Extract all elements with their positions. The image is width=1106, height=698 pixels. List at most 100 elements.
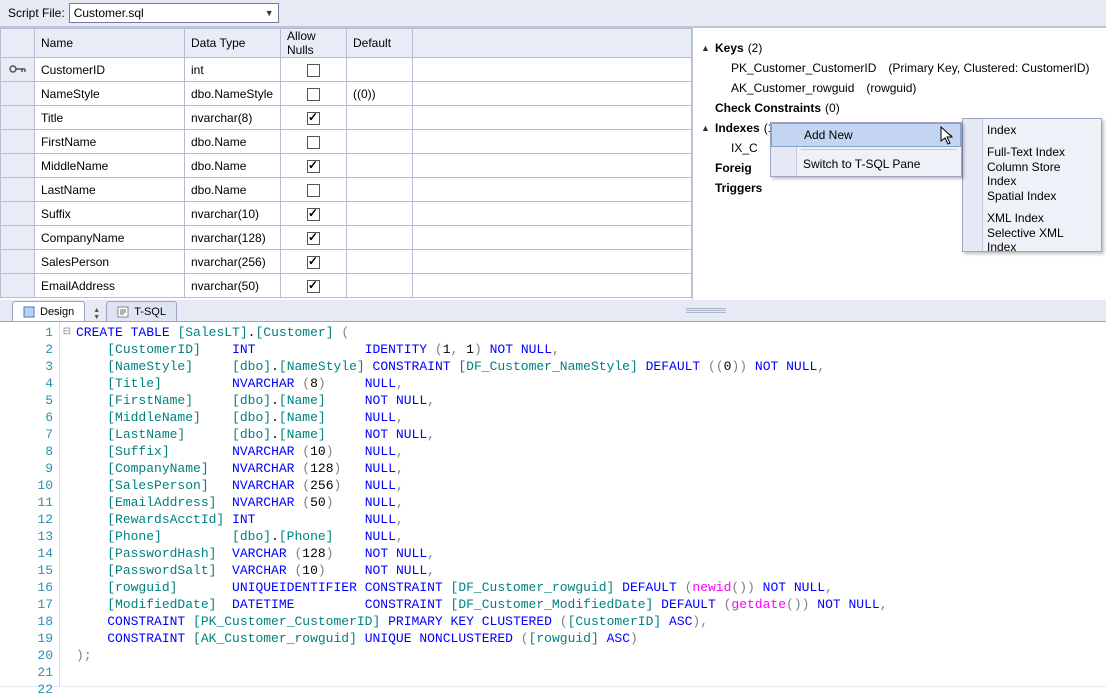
cell-allownulls[interactable] [281, 202, 347, 226]
code-line[interactable]: [MiddleName] [dbo].[Name] NULL, [76, 409, 1106, 426]
code-line[interactable]: [CustomerID] INT IDENTITY (1, 1) NOT NUL… [76, 341, 1106, 358]
row-header[interactable] [1, 274, 35, 298]
table-row[interactable]: Suffixnvarchar(10) [1, 202, 692, 226]
tree-check[interactable]: Check Constraints (0) [701, 98, 1098, 118]
cell-default[interactable] [347, 178, 413, 202]
code-line[interactable]: [NameStyle] [dbo].[NameStyle] CONSTRAINT… [76, 358, 1106, 375]
cell-default[interactable]: ((0)) [347, 82, 413, 106]
cell-name[interactable]: Suffix [35, 202, 185, 226]
cell-datatype[interactable]: nvarchar(256) [185, 250, 281, 274]
table-row[interactable]: NameStyledbo.NameStyle ((0)) [1, 82, 692, 106]
table-row[interactable]: Titlenvarchar(8) [1, 106, 692, 130]
col-header-default[interactable]: Default [347, 29, 413, 58]
cell-default[interactable] [347, 226, 413, 250]
code-line[interactable]: [FirstName] [dbo].[Name] NOT NULL, [76, 392, 1106, 409]
code-line[interactable]: [PasswordHash] VARCHAR (128) NOT NULL, [76, 545, 1106, 562]
checkbox-icon[interactable] [307, 184, 320, 197]
code-line[interactable]: [Suffix] NVARCHAR (10) NULL, [76, 443, 1106, 460]
tab-reorder[interactable]: ▲▼ [93, 308, 100, 321]
code-line[interactable]: [Phone] [dbo].[Phone] NULL, [76, 528, 1106, 545]
code-line[interactable]: CREATE TABLE [SalesLT].[Customer] ( [76, 324, 1106, 341]
tree-key-pk[interactable]: PK_Customer_CustomerID (Primary Key, Clu… [701, 58, 1098, 78]
cell-allownulls[interactable] [281, 130, 347, 154]
checkbox-icon[interactable] [307, 232, 320, 245]
cell-name[interactable]: FirstName [35, 130, 185, 154]
checkbox-icon[interactable] [307, 160, 320, 173]
cell-default[interactable] [347, 202, 413, 226]
cell-datatype[interactable]: nvarchar(128) [185, 226, 281, 250]
cell-name[interactable]: LastName [35, 178, 185, 202]
code-line[interactable]: CONSTRAINT [AK_Customer_rowguid] UNIQUE … [76, 630, 1106, 647]
code-line[interactable] [76, 664, 1106, 681]
col-header-name[interactable]: Name [35, 29, 185, 58]
code-line[interactable]: [rowguid] UNIQUEIDENTIFIER CONSTRAINT [D… [76, 579, 1106, 596]
cell-default[interactable] [347, 154, 413, 178]
row-header[interactable] [1, 178, 35, 202]
row-header[interactable] [1, 130, 35, 154]
code-line[interactable] [76, 681, 1106, 686]
tab-design[interactable]: Design [12, 301, 85, 321]
cell-default[interactable] [347, 130, 413, 154]
table-row[interactable]: SalesPersonnvarchar(256) [1, 250, 692, 274]
cell-default[interactable] [347, 274, 413, 298]
tree-keys[interactable]: ▲ Keys (2) [701, 38, 1098, 58]
code-line[interactable]: [Title] NVARCHAR (8) NULL, [76, 375, 1106, 392]
code-line[interactable]: [EmailAddress] NVARCHAR (50) NULL, [76, 494, 1106, 511]
row-header[interactable] [1, 154, 35, 178]
columns-grid[interactable]: Name Data Type Allow Nulls Default Custo… [0, 26, 692, 300]
row-header[interactable] [1, 58, 35, 82]
checkbox-icon[interactable] [307, 280, 320, 293]
cell-name[interactable]: Title [35, 106, 185, 130]
cell-allownulls[interactable] [281, 154, 347, 178]
row-header[interactable] [1, 202, 35, 226]
cell-name[interactable]: CompanyName [35, 226, 185, 250]
cell-allownulls[interactable] [281, 58, 347, 82]
table-row[interactable]: FirstNamedbo.Name [1, 130, 692, 154]
row-header[interactable] [1, 106, 35, 130]
table-row[interactable]: LastNamedbo.Name [1, 178, 692, 202]
cell-default[interactable] [347, 106, 413, 130]
cell-datatype[interactable]: dbo.NameStyle [185, 82, 281, 106]
submenu-spatial[interactable]: Spatial Index [963, 185, 1101, 207]
checkbox-icon[interactable] [307, 256, 320, 269]
cell-allownulls[interactable] [281, 274, 347, 298]
cell-default[interactable] [347, 58, 413, 82]
submenu-index[interactable]: Index [963, 119, 1101, 141]
tab-tsql[interactable]: T-SQL [106, 301, 177, 321]
checkbox-icon[interactable] [307, 208, 320, 221]
table-row[interactable]: MiddleNamedbo.Name [1, 154, 692, 178]
cell-datatype[interactable]: nvarchar(50) [185, 274, 281, 298]
code-line[interactable]: [SalesPerson] NVARCHAR (256) NULL, [76, 477, 1106, 494]
col-header-datatype[interactable]: Data Type [185, 29, 281, 58]
cell-datatype[interactable]: dbo.Name [185, 178, 281, 202]
code-line[interactable]: CONSTRAINT [PK_Customer_CustomerID] PRIM… [76, 613, 1106, 630]
tree-key-ak[interactable]: AK_Customer_rowguid (rowguid) [701, 78, 1098, 98]
cell-allownulls[interactable] [281, 178, 347, 202]
row-header[interactable] [1, 250, 35, 274]
col-header-allownulls[interactable]: Allow Nulls [281, 29, 347, 58]
splitter-grip[interactable] [686, 308, 726, 313]
submenu-colstore[interactable]: Column Store Index [963, 163, 1101, 185]
cell-allownulls[interactable] [281, 226, 347, 250]
code-line[interactable]: [CompanyName] NVARCHAR (128) NULL, [76, 460, 1106, 477]
cell-allownulls[interactable] [281, 82, 347, 106]
menu-switch-tsql[interactable]: Switch to T-SQL Pane [771, 152, 961, 176]
cell-name[interactable]: EmailAddress [35, 274, 185, 298]
cell-name[interactable]: SalesPerson [35, 250, 185, 274]
cell-datatype[interactable]: dbo.Name [185, 154, 281, 178]
cell-name[interactable]: CustomerID [35, 58, 185, 82]
cell-allownulls[interactable] [281, 106, 347, 130]
cell-default[interactable] [347, 250, 413, 274]
checkbox-icon[interactable] [307, 88, 320, 101]
checkbox-icon[interactable] [307, 112, 320, 125]
code-line[interactable]: [ModifiedDate] DATETIME CONSTRAINT [DF_C… [76, 596, 1106, 613]
table-row[interactable]: EmailAddressnvarchar(50) [1, 274, 692, 298]
script-file-dropdown[interactable]: Customer.sql ▼ [69, 3, 279, 23]
checkbox-icon[interactable] [307, 136, 320, 149]
menu-add-new[interactable]: Add New ▶ [771, 123, 961, 147]
cell-name[interactable]: NameStyle [35, 82, 185, 106]
code-pane[interactable]: 12345678910111213141516171819202122 ⊟ CR… [0, 322, 1106, 686]
checkbox-icon[interactable] [307, 64, 320, 77]
cell-datatype[interactable]: dbo.Name [185, 130, 281, 154]
code-line[interactable]: [PasswordSalt] VARCHAR (10) NOT NULL, [76, 562, 1106, 579]
